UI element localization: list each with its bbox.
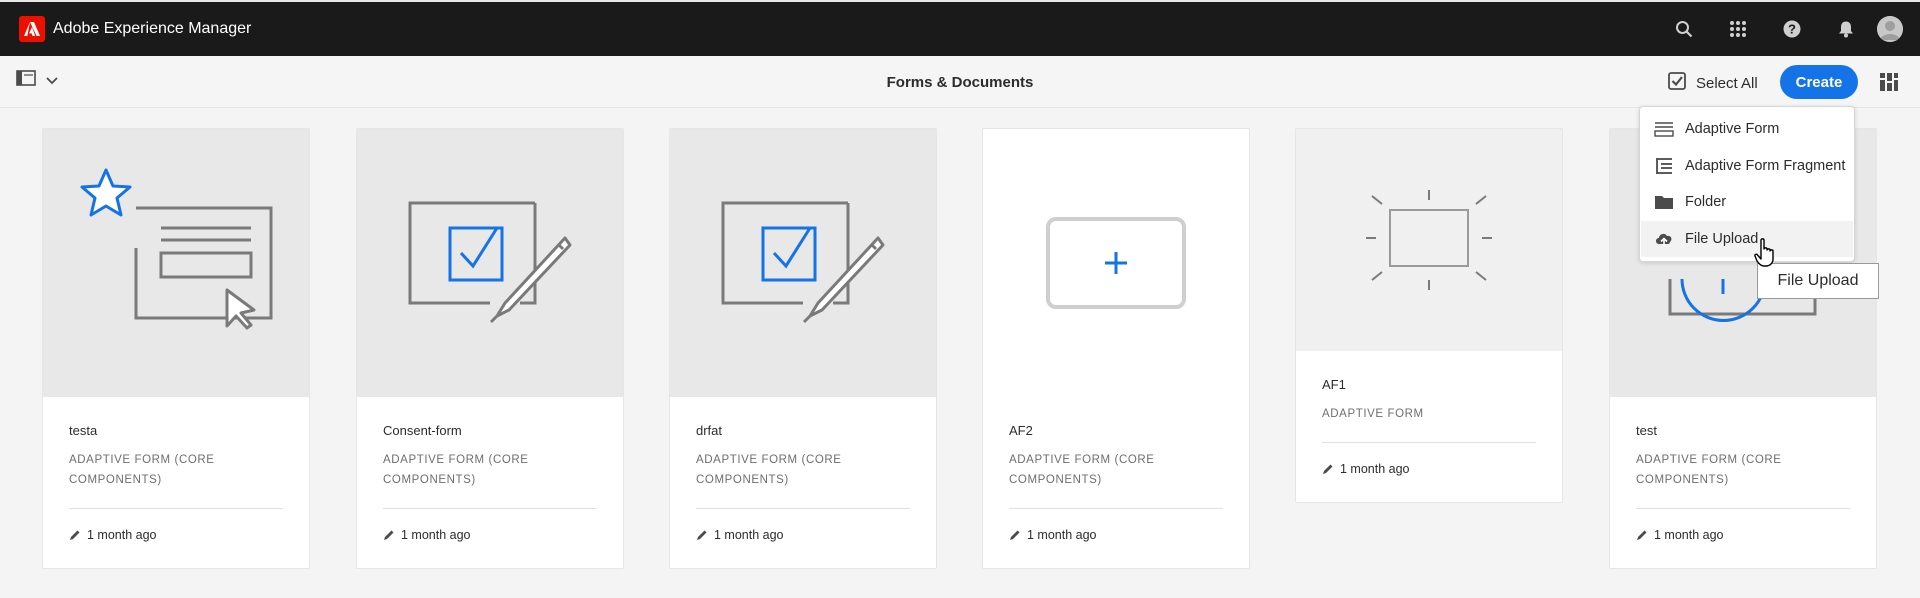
card-title: testa	[69, 423, 98, 438]
card-title: test	[1636, 423, 1657, 438]
notifications-bell-icon[interactable]	[1819, 2, 1873, 56]
pencil-icon	[1323, 464, 1333, 474]
blank-form-spark-icon	[1366, 190, 1492, 290]
card-divider	[383, 508, 597, 509]
checkbox-check-icon	[1668, 72, 1696, 94]
menu-item-label: Folder	[1685, 194, 1727, 210]
help-icon[interactable]: ?	[1765, 2, 1819, 56]
card-modified: 1 month ago	[69, 528, 283, 542]
card-modified: 1 month ago	[1009, 528, 1223, 542]
card-divider	[69, 508, 283, 509]
menu-item-label: Adaptive Form	[1685, 121, 1780, 137]
form-check-pen-icon	[408, 201, 572, 324]
chevron-down-icon[interactable]	[46, 72, 58, 90]
menu-item-label: Adaptive Form Fragment	[1685, 158, 1846, 174]
card-title: AF2	[1009, 423, 1033, 438]
card-modified-label: 1 month ago	[1654, 528, 1724, 542]
card-modified-label: 1 month ago	[87, 528, 157, 542]
card-title: Consent-form	[383, 423, 462, 438]
menu-item-adaptive-form[interactable]: Adaptive Form	[1641, 111, 1853, 147]
page-title: Forms & Documents	[886, 74, 1034, 91]
card-item[interactable]: AF2 ADAPTIVE FORM (CORE COMPONENTS) 1 mo…	[982, 128, 1250, 569]
card-item[interactable]: AF1 ADAPTIVE FORM 1 month ago	[1295, 128, 1563, 503]
card-title: AF1	[1322, 377, 1346, 392]
view-switcher-icon[interactable]	[1879, 72, 1899, 97]
user-avatar[interactable]	[1877, 16, 1903, 42]
side-panel-icon	[16, 70, 36, 91]
card-divider	[1322, 442, 1536, 443]
card-type: ADAPTIVE FORM (CORE COMPONENTS)	[1636, 454, 1782, 486]
create-button[interactable]: Create	[1780, 65, 1858, 99]
pencil-icon	[697, 530, 707, 540]
card-thumbnail	[43, 129, 309, 397]
card-divider	[696, 508, 910, 509]
action-bar: Forms & Documents Select All Create	[0, 56, 1920, 108]
card-item[interactable]: testa ADAPTIVE FORM (CORE COMPONENTS) 1 …	[42, 128, 310, 569]
select-all-label: Select All	[1696, 74, 1758, 92]
menu-item-label: File Upload	[1685, 231, 1759, 247]
card-modified: 1 month ago	[1636, 528, 1850, 542]
card-modified: 1 month ago	[1322, 462, 1536, 476]
brand[interactable]: Adobe Experience Manager	[19, 16, 251, 42]
shell-actions: ?	[1657, 2, 1920, 56]
card-type: ADAPTIVE FORM (CORE COMPONENTS)	[69, 454, 215, 486]
card-type: ADAPTIVE FORM (CORE COMPONENTS)	[696, 454, 842, 486]
pencil-icon	[1637, 530, 1647, 540]
card-item[interactable]: drfat ADAPTIVE FORM (CORE COMPONENTS) 1 …	[669, 128, 937, 569]
adaptive-form-icon	[1654, 122, 1674, 137]
card-modified-label: 1 month ago	[1340, 462, 1410, 476]
card-divider	[1009, 508, 1223, 509]
search-icon[interactable]	[1657, 2, 1711, 56]
card-thumbnail	[983, 129, 1249, 397]
card-modified-label: 1 month ago	[401, 528, 471, 542]
select-all-button[interactable]: Select All	[1668, 72, 1758, 94]
card-modified: 1 month ago	[383, 528, 597, 542]
adobe-logo-icon	[19, 16, 45, 42]
card-type: ADAPTIVE FORM (CORE COMPONENTS)	[383, 454, 529, 486]
card-divider	[1636, 508, 1850, 509]
create-menu-popover: Adaptive Form Adaptive Form Fragment Fol…	[1639, 106, 1855, 262]
hand-cursor-icon	[1754, 238, 1776, 273]
menu-item-file-upload[interactable]: File Upload	[1641, 221, 1853, 257]
card-title: drfat	[696, 423, 723, 438]
apps-grid-icon[interactable]	[1711, 2, 1765, 56]
card-modified-label: 1 month ago	[1027, 528, 1097, 542]
card-type: ADAPTIVE FORM	[1322, 408, 1424, 420]
menu-item-adaptive-form-fragment[interactable]: Adaptive Form Fragment	[1641, 148, 1853, 184]
cloud-upload-icon	[1656, 233, 1672, 246]
pencil-icon	[1010, 530, 1020, 540]
card-thumbnail	[670, 129, 936, 397]
card-thumbnail	[357, 129, 623, 397]
shell-header: Adobe Experience Manager ?	[0, 0, 1920, 56]
pencil-icon	[384, 530, 394, 540]
card-modified-label: 1 month ago	[714, 528, 784, 542]
form-template-star-icon	[80, 168, 273, 330]
pencil-icon	[70, 530, 80, 540]
menu-item-folder[interactable]: Folder	[1641, 184, 1853, 220]
card-modified: 1 month ago	[696, 528, 910, 542]
card-thumbnail	[1296, 129, 1562, 351]
add-form-icon	[1046, 217, 1186, 309]
folder-icon	[1655, 196, 1673, 209]
svg-text:?: ?	[1788, 22, 1796, 37]
card-item[interactable]: Consent-form ADAPTIVE FORM (CORE COMPONE…	[356, 128, 624, 569]
form-check-pen-icon	[721, 201, 885, 324]
rail-toggle-button[interactable]	[16, 70, 58, 91]
card-type: ADAPTIVE FORM (CORE COMPONENTS)	[1009, 454, 1155, 486]
form-fragment-icon	[1656, 158, 1672, 174]
app-title: Adobe Experience Manager	[53, 20, 252, 37]
